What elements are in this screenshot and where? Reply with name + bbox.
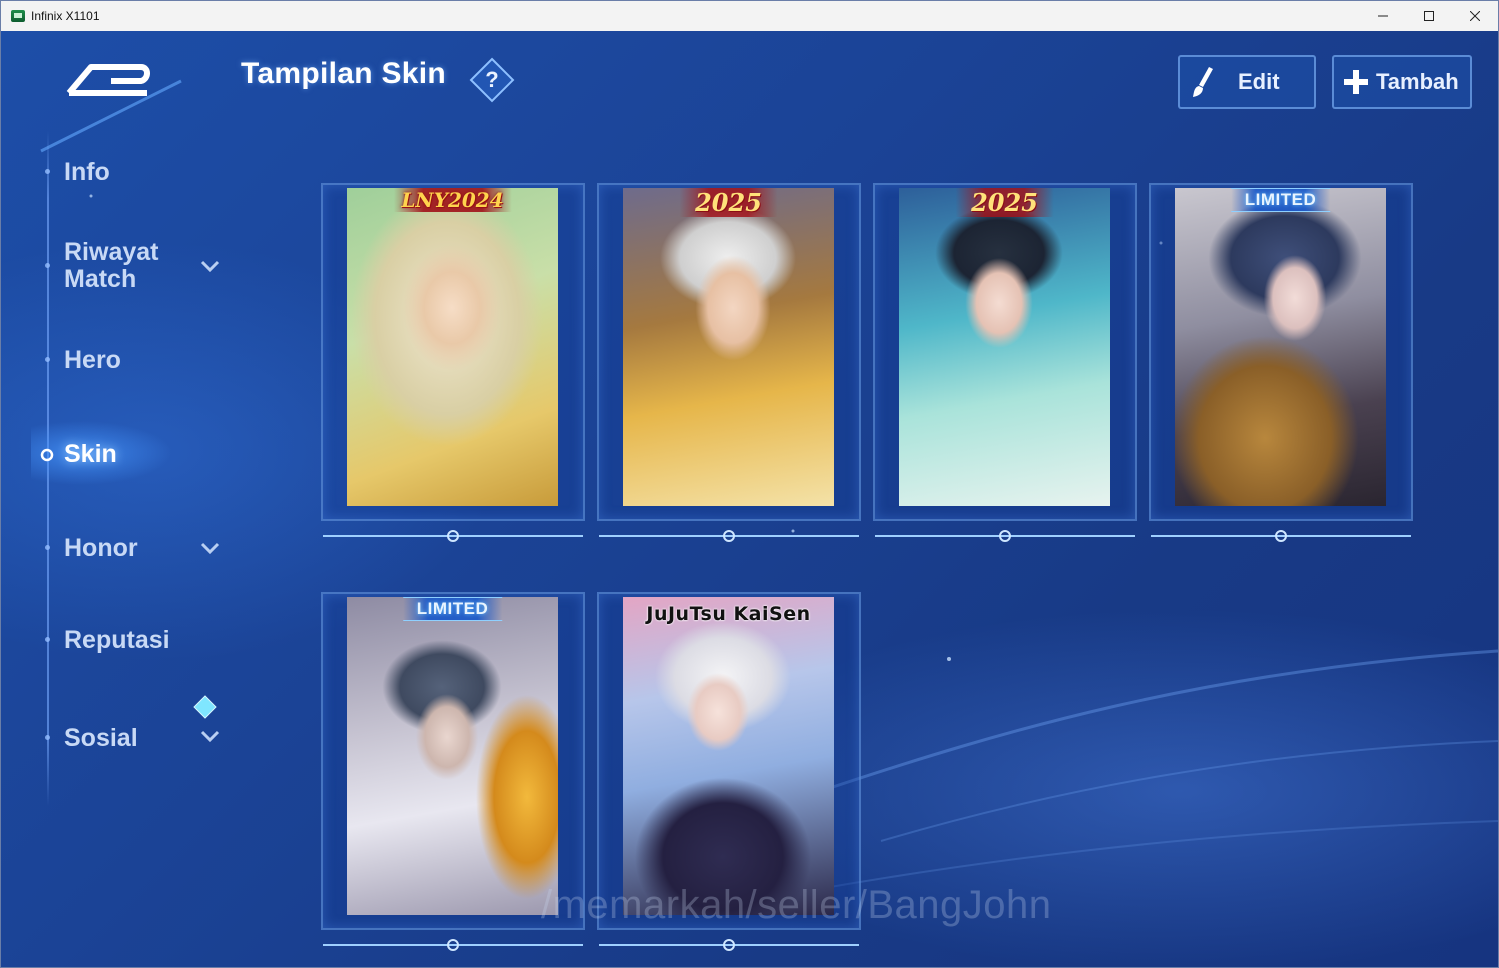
maximize-button[interactable] <box>1406 1 1452 31</box>
game-screen: Tampilan Skin ? Edit Tambah Info Riwayat… <box>1 31 1498 967</box>
chevron-down-icon <box>200 260 220 273</box>
close-icon <box>1470 11 1480 21</box>
edit-button[interactable]: Edit <box>1178 55 1316 109</box>
sidebar-item-label: Info <box>64 158 110 186</box>
minimize-button[interactable] <box>1360 1 1406 31</box>
sidebar-item-label: Skin <box>64 440 117 468</box>
back-button[interactable] <box>61 55 161 105</box>
brush-icon <box>1188 64 1224 100</box>
help-button[interactable]: ? <box>469 57 515 103</box>
notification-diamond-icon <box>193 695 217 719</box>
plus-icon <box>1338 64 1374 100</box>
nav-dot <box>45 263 50 268</box>
skin-badge: LNY2024 <box>393 188 512 212</box>
card-base-ornament <box>875 530 1135 542</box>
nav-dot <box>45 637 50 642</box>
app-icon <box>11 10 25 22</box>
skin-badge: LIMITED <box>402 597 503 621</box>
sidebar-item-sosial[interactable]: Sosial <box>45 693 237 755</box>
card-base-ornament <box>599 939 859 951</box>
nav-dot <box>45 169 50 174</box>
maximize-icon <box>1424 11 1434 21</box>
skin-badge: 2025 <box>679 188 778 217</box>
chevron-down-icon <box>200 730 220 743</box>
window-titlebar: Infinix X1101 <box>1 1 1498 31</box>
skin-artwork: LNY2024 <box>347 188 558 506</box>
edit-label: Edit <box>1238 69 1280 94</box>
nav-dot <box>45 735 50 740</box>
sidebar-item-label: Sosial <box>64 724 138 752</box>
skin-artwork: 2025 <box>899 188 1110 506</box>
skin-artwork: 2025 <box>623 188 834 506</box>
app-window: Infinix X1101 Tampilan Skin ? Edit Tamba… <box>0 0 1499 968</box>
sidebar-item-reputasi[interactable]: Reputasi <box>45 625 237 657</box>
skin-badge: 2025 <box>955 188 1054 217</box>
close-button[interactable] <box>1452 1 1498 31</box>
card-base-ornament <box>323 530 583 542</box>
nav-dot <box>45 545 50 550</box>
sidebar-item-label: Hero <box>64 346 121 374</box>
card-base-ornament <box>1151 530 1411 542</box>
help-label: ? <box>485 67 499 92</box>
window-controls <box>1360 1 1498 31</box>
sidebar-item-label: Honor <box>64 534 138 562</box>
page-title: Tampilan Skin <box>241 57 447 90</box>
skin-badge: LIMITED <box>1230 188 1331 212</box>
sidebar-item-hero[interactable]: Hero <box>45 345 237 377</box>
back-arrow-icon <box>66 64 150 96</box>
sidebar-item-skin[interactable]: Skin <box>40 439 237 471</box>
sidebar-item-honor[interactable]: Honor <box>45 533 237 565</box>
skin-artwork: JuJuTsu KaiSen <box>623 597 834 915</box>
add-label: Tambah <box>1376 69 1459 94</box>
chevron-down-icon <box>200 542 220 555</box>
sidebar-item-info[interactable]: Info <box>45 157 237 189</box>
sidebar-item-label: Reputasi <box>64 626 170 654</box>
skin-artwork: LIMITED <box>1175 188 1386 506</box>
active-indicator-icon <box>40 448 54 462</box>
add-button[interactable]: Tambah <box>1332 55 1472 109</box>
nav-dot <box>45 357 50 362</box>
sidebar-item-label: Riwayat Match <box>64 238 159 293</box>
skin-badge: JuJuTsu KaiSen <box>646 603 811 625</box>
skin-artwork: LIMITED <box>347 597 558 915</box>
sidebar-item-riwayat-match[interactable]: Riwayat Match <box>45 237 237 297</box>
minimize-icon <box>1378 15 1388 17</box>
watermark-text: /memarkah/seller/BangJohn <box>541 883 1052 927</box>
card-base-ornament <box>323 939 583 951</box>
card-base-ornament <box>599 530 859 542</box>
window-title: Infinix X1101 <box>31 9 100 23</box>
